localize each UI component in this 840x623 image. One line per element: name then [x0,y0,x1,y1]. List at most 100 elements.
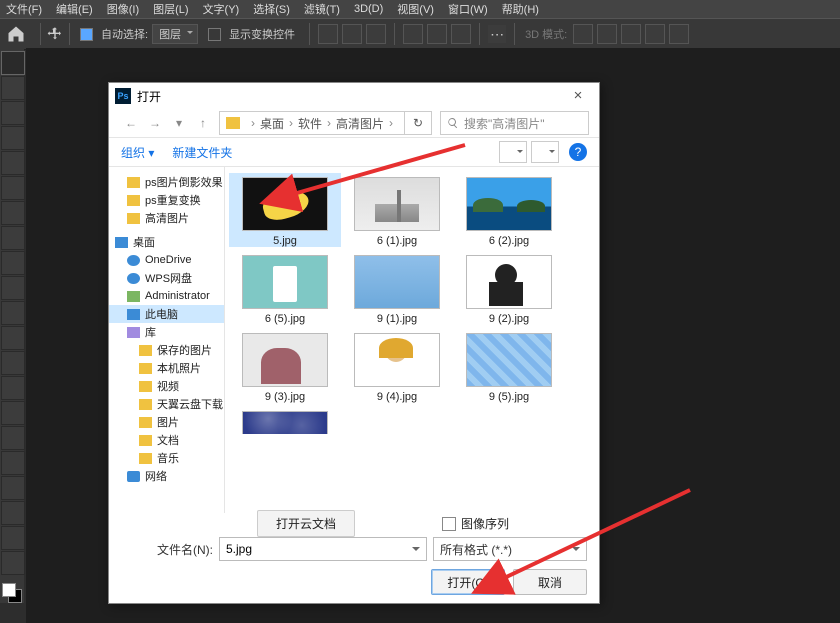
tool-move[interactable] [1,51,25,75]
menu-type[interactable]: 文字(Y) [203,1,240,17]
tool-crop[interactable] [1,151,25,175]
menu-edit[interactable]: 编辑(E) [56,1,93,17]
color-swatches[interactable] [0,581,22,603]
folder-icon [127,177,140,188]
file-item[interactable]: 6 (1).jpg [341,177,453,247]
file-item[interactable]: 9 (4).jpg [341,333,453,403]
auto-select-dropdown[interactable]: 图层 [152,24,198,44]
tool-blur[interactable] [1,376,25,400]
tool-hand[interactable] [1,526,25,550]
file-item[interactable]: 9 (3).jpg [229,333,341,403]
menu-image[interactable]: 图像(I) [107,1,139,17]
tree-item[interactable]: ps图片倒影效果 [109,173,224,191]
tool-eraser[interactable] [1,326,25,350]
auto-select-checkbox[interactable] [80,28,93,41]
tree-item[interactable]: 视频 [109,377,224,395]
tree-item[interactable]: 网络 [109,467,224,485]
menu-3d[interactable]: 3D(D) [354,3,383,15]
menu-help[interactable]: 帮助(H) [502,1,539,17]
tool-marquee[interactable] [1,76,25,100]
nav-tree[interactable]: ps图片倒影效果ps重复变换高清图片桌面OneDriveWPS网盘Adminis… [109,167,225,513]
chevron-down-icon[interactable]: ▾ [167,116,191,130]
tree-item[interactable]: OneDrive [109,251,224,269]
search-input[interactable]: 搜索"高清图片" [440,111,589,135]
tool-shape[interactable] [1,501,25,525]
tool-brush[interactable] [1,251,25,275]
distribute-icon[interactable] [427,24,447,44]
image-sequence-checkbox[interactable]: 图像序列 [442,515,509,532]
nav-up[interactable]: ↑ [191,116,215,130]
breadcrumb[interactable]: › 桌面 › 软件 › 高清图片 › [219,111,405,135]
home-icon[interactable] [6,24,26,44]
breadcrumb-seg[interactable]: 软件 [298,115,322,132]
tree-item[interactable]: ps重复变换 [109,191,224,209]
file-item[interactable]: 9 (5).jpg [453,333,565,403]
align-icon[interactable] [342,24,362,44]
breadcrumb-seg[interactable]: 桌面 [260,115,284,132]
tool-dodge[interactable] [1,401,25,425]
close-button[interactable]: × [563,86,593,106]
nav-back[interactable]: ← [119,116,143,130]
tree-item[interactable]: 文档 [109,431,224,449]
folder-icon [139,435,152,446]
file-item[interactable] [229,411,341,438]
breadcrumb-seg[interactable]: 高清图片 [336,115,384,132]
preview-pane-button[interactable] [531,141,559,163]
filetype-dropdown[interactable]: 所有格式 (*.*) [433,537,587,561]
tool-path[interactable] [1,476,25,500]
refresh-button[interactable]: ↻ [404,111,432,135]
tool-heal[interactable] [1,226,25,250]
file-label: 9 (1).jpg [341,313,453,325]
file-item[interactable]: 9 (2).jpg [453,255,565,325]
tree-item[interactable]: 保存的图片 [109,341,224,359]
tree-item[interactable]: 库 [109,323,224,341]
tool-type[interactable] [1,451,25,475]
tool-history[interactable] [1,301,25,325]
menu-select[interactable]: 选择(S) [253,1,290,17]
nav-forward[interactable]: → [143,116,167,130]
tree-item[interactable]: 高清图片 [109,209,224,227]
menu-window[interactable]: 窗口(W) [448,1,488,17]
file-item[interactable]: 5.jpg [229,173,341,247]
view-mode-button[interactable] [499,141,527,163]
show-transform-checkbox[interactable] [208,28,221,41]
organize-menu[interactable]: 组织 ▾ [121,144,154,161]
file-grid[interactable]: 5.jpg6 (1).jpg6 (2).jpg 6 (5).jpg9 (1).jp… [225,167,599,513]
menu-filter[interactable]: 滤镜(T) [304,1,340,17]
align-icon[interactable] [366,24,386,44]
tool-pen[interactable] [1,426,25,450]
menu-view[interactable]: 视图(V) [397,1,434,17]
tool-eyedropper[interactable] [1,201,25,225]
cancel-button[interactable]: 取消 [513,569,587,595]
file-item[interactable]: 6 (5).jpg [229,255,341,325]
align-icon[interactable] [318,24,338,44]
tree-item[interactable]: 音乐 [109,449,224,467]
tool-gradient[interactable] [1,351,25,375]
open-cloud-docs-button[interactable]: 打开云文档 [257,510,355,537]
tree-item[interactable]: 桌面 [109,233,224,251]
tool-wand[interactable] [1,126,25,150]
filename-input[interactable]: 5.jpg [219,537,427,561]
help-button[interactable]: ? [569,143,587,161]
tree-item[interactable]: 图片 [109,413,224,431]
tree-item[interactable]: 本机照片 [109,359,224,377]
file-item[interactable]: 9 (1).jpg [341,255,453,325]
tool-zoom[interactable] [1,551,25,575]
new-folder-button[interactable]: 新建文件夹 [172,144,232,161]
file-item[interactable]: 6 (2).jpg [453,177,565,247]
more-icon[interactable]: ⋯ [488,25,506,43]
tool-lasso[interactable] [1,101,25,125]
tool-stamp[interactable] [1,276,25,300]
open-button[interactable]: 打开(O) [431,569,505,595]
menu-file[interactable]: 文件(F) [6,1,42,17]
app-menubar[interactable]: 文件(F) 编辑(E) 图像(I) 图层(L) 文字(Y) 选择(S) 滤镜(T… [0,0,840,18]
distribute-icon[interactable] [451,24,471,44]
tree-item[interactable]: WPS网盘 [109,269,224,287]
tree-item[interactable]: Administrator [109,287,224,305]
tree-item[interactable]: 天翼云盘下载 [109,395,224,413]
tool-frame[interactable] [1,176,25,200]
thumbnail [354,333,440,387]
menu-layer[interactable]: 图层(L) [153,1,188,17]
distribute-icon[interactable] [403,24,423,44]
tree-item[interactable]: 此电脑 [109,305,224,323]
